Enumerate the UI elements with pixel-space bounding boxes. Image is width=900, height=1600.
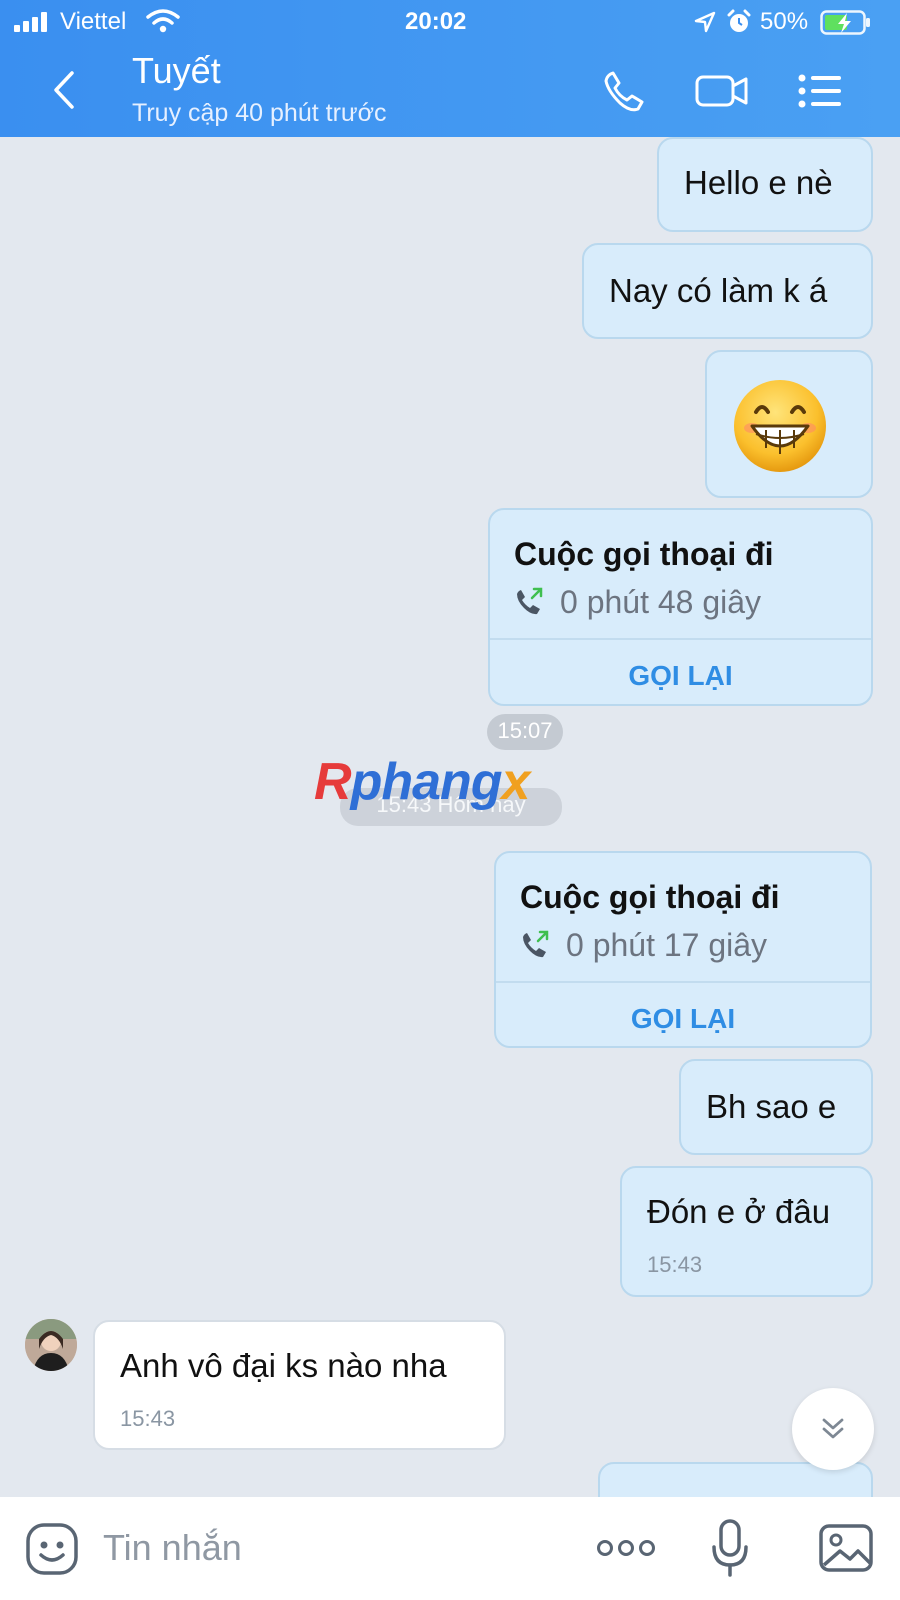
phone-icon (604, 71, 644, 112)
last-seen-status: Truy cập 40 phút trước (132, 99, 387, 127)
more-dots-icon (597, 1540, 655, 1556)
call-log-card: Cuộc gọi thoại đi 0 phút 17 giây GỌI LẠI (494, 851, 872, 1048)
microphone-icon (712, 1519, 748, 1577)
outgoing-call-icon (523, 930, 549, 958)
call-duration: 0 phút 48 giây (560, 584, 762, 620)
call-back-button[interactable]: GỌI LẠI (490, 660, 871, 692)
image-gallery-icon (819, 1524, 873, 1572)
message-input[interactable]: Tin nhắn (103, 1527, 242, 1569)
message-text: Hello e nè (684, 164, 833, 201)
photo-button[interactable] (818, 1521, 874, 1575)
watermark-logo: Rphangx (314, 753, 530, 811)
divider (496, 981, 870, 983)
message-composer: Tin nhắn (0, 1497, 900, 1600)
emoji-button[interactable] (24, 1521, 80, 1577)
divider (490, 638, 871, 640)
battery-charging-icon (820, 10, 870, 35)
status-bar: Viettel 20:02 50% (0, 0, 900, 44)
double-chevron-down-icon (822, 1418, 844, 1439)
wifi-icon (146, 9, 180, 33)
chevron-left-icon (54, 71, 74, 109)
message-text: Đón e ở đâu (647, 1193, 831, 1230)
contact-name[interactable]: Tuyết (132, 50, 221, 92)
message-bubble-incoming[interactable]: Anh vô đại ks nào nha 15:43 (93, 1320, 506, 1450)
video-camera-icon (695, 75, 748, 107)
message-time: 15:43 (647, 1252, 703, 1277)
message-bubble-outgoing[interactable]: Nay có làm k á (582, 243, 873, 339)
call-back-button[interactable]: GỌI LẠI (496, 1003, 870, 1035)
message-text: Nay có làm k á (609, 272, 828, 309)
message-bubble-outgoing[interactable]: Đón e ở đâu 15:43 (620, 1166, 873, 1297)
call-title: Cuộc gọi thoại đi (514, 536, 774, 572)
alarm-icon (727, 9, 751, 32)
message-time: 15:43 (120, 1406, 176, 1431)
call-duration: 0 phút 17 giây (566, 927, 768, 963)
list-menu-icon (798, 74, 841, 108)
outgoing-call-icon (517, 587, 543, 615)
grinning-emoji-sticker (734, 380, 826, 472)
voice-call-button[interactable] (596, 66, 652, 116)
chat-header: Viettel 20:02 50% Tuyết Truy cập 40 phút… (0, 0, 900, 137)
message-bubble-outgoing[interactable]: Hello e nè (657, 137, 873, 232)
signal-icon (14, 12, 47, 32)
message-text: Anh vô đại ks nào nha (120, 1347, 447, 1384)
message-text: Bh sao e (706, 1088, 837, 1125)
emoji-icon (26, 1523, 78, 1575)
call-log-card: Cuộc gọi thoại đi 0 phút 48 giây GỌI LẠI (488, 508, 873, 706)
menu-button[interactable] (792, 66, 848, 116)
avatar-image (25, 1319, 77, 1371)
message-bubble-outgoing[interactable]: Bh sao e (679, 1059, 873, 1155)
video-call-button[interactable] (690, 66, 754, 116)
avatar[interactable] (25, 1319, 77, 1371)
carrier-label: Viettel (60, 8, 127, 35)
time-separator: 15:07 (487, 714, 563, 750)
scroll-to-bottom-button[interactable] (792, 1388, 874, 1470)
clock: 20:02 (405, 8, 467, 35)
location-icon (694, 11, 716, 33)
back-button[interactable] (40, 64, 88, 116)
more-options-button[interactable] (596, 1533, 656, 1563)
battery-percent: 50% (760, 8, 809, 35)
sticker-bubble-outgoing[interactable] (705, 350, 873, 498)
voice-record-button[interactable] (710, 1517, 750, 1581)
call-title: Cuộc gọi thoại đi (520, 879, 780, 915)
